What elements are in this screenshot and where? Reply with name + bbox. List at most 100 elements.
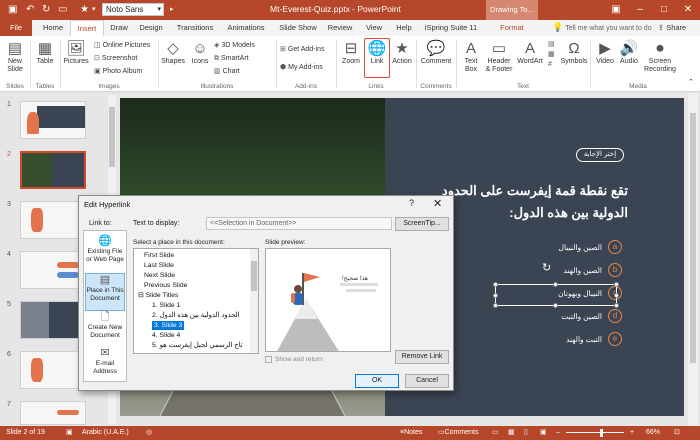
tree-item[interactable]: 2. الحدود الدولية بين هذه الدول [152,311,240,320]
tab-view[interactable]: View [360,20,388,36]
tab-format[interactable]: Format [488,20,536,36]
resize-handle[interactable] [614,303,619,308]
new-slide-button[interactable]: ▤ New Slide [4,40,26,74]
option-b[interactable]: b الصين والهند [563,263,622,277]
slide-thumbnail-6[interactable] [20,351,86,389]
resize-handle[interactable] [493,303,498,308]
action-button[interactable]: ★ Action [391,40,413,66]
get-addins-button[interactable]: ⊞ Get Add-ins [280,45,324,55]
slide-thumbnail-5[interactable] [20,301,86,339]
screentip-button[interactable]: ScreenTip... [395,217,449,231]
place-tree[interactable]: First Slide Last Slide Next Slide Previo… [133,248,259,354]
present-icon[interactable]: ▭ [58,3,67,17]
slide-sorter-icon[interactable]: ▦ [508,426,515,440]
tab-insert[interactable]: Insert [70,20,104,36]
zoom-level[interactable]: 66% [646,426,660,440]
slide-thumbnail-2[interactable] [20,151,86,189]
option-e[interactable]: e التبت والهند [566,332,622,346]
tab-home[interactable]: Home [38,20,68,36]
tree-item[interactable]: Last Slide [144,261,174,270]
existing-file-button[interactable]: 🌐 Existing File or Web Page [85,235,125,273]
tab-ispring[interactable]: iSpring Suite 11 [420,20,482,36]
place-in-document-button[interactable]: ▤ Place in This Document [85,273,125,311]
zoom-slider[interactable] [566,432,624,433]
tell-me-search[interactable]: 💡 Tell me what you want to do [552,22,652,33]
font-name-box[interactable]: Noto Sans ▾ [102,3,164,16]
textbox-small-icon[interactable]: ▤ [548,41,555,48]
tab-design[interactable]: Design [134,20,168,36]
tree-item[interactable]: ⊟ Slide Titles [138,291,178,300]
text-box-button[interactable]: A Text Box [460,40,482,74]
header-footer-button[interactable]: ▭ Header & Footer [484,40,514,74]
language-indicator[interactable]: Arabic (U.A.E.) [82,426,129,440]
ribbon-display-icon[interactable]: ▣ [604,0,628,20]
normal-view-icon[interactable]: ▭ [492,426,499,440]
tree-item[interactable]: 1. Slide 1 [152,301,180,310]
slide-thumbnail-4[interactable] [20,251,86,289]
zoom-button[interactable]: ⊟ Zoom [340,40,362,66]
slide-thumbnail-1[interactable] [20,101,86,139]
tree-item-selected[interactable]: 3. Slide 3 [152,321,185,330]
table-button[interactable]: ▦ Table [34,40,56,66]
video-button[interactable]: ▶ Video [594,40,616,66]
3d-models-button[interactable]: ◈ 3D Models [214,41,255,51]
scroll-thumb[interactable] [251,261,257,291]
cancel-button[interactable]: Cancel [405,374,449,388]
tab-animations[interactable]: Animations [222,20,270,36]
resize-handle[interactable] [493,282,498,287]
fit-slide-icon[interactable]: ⊡ [674,426,680,440]
zoom-slider-thumb[interactable] [600,429,603,437]
save-icon[interactable]: ▣ [8,3,17,17]
answer-pill[interactable]: إختر الإجابة [576,148,624,162]
share-button[interactable]: ⇪ Share [652,20,692,36]
slide-thumbnail-3[interactable] [20,201,86,239]
tree-scrollbar[interactable] [250,249,258,353]
notes-button[interactable]: ≡ Notes [400,426,422,440]
redo-icon[interactable]: ↻ [42,3,50,17]
star-icon[interactable]: ★ [80,3,89,17]
slide-scrollbar[interactable] [688,93,698,426]
comment-button[interactable]: 💬 Comment [418,40,454,66]
collapse-ribbon-icon[interactable]: ⌃ [688,78,694,88]
maximize-icon[interactable]: □ [652,0,676,20]
show-return-checkbox[interactable]: Show and return [265,356,323,363]
email-address-button[interactable]: ✉ E-mail Address [85,347,125,385]
smartart-button[interactable]: ⧉ SmartArt [214,54,249,64]
reading-view-icon[interactable]: ▯ [524,426,528,440]
resize-handle[interactable] [614,293,619,298]
text-to-display-input[interactable]: <<Selection in Document>> [206,217,392,230]
help-icon[interactable]: ? [409,198,414,208]
tab-draw[interactable]: Draw [106,20,132,36]
zoom-in-icon[interactable]: + [630,426,634,440]
close-icon[interactable]: ✕ [676,0,700,20]
online-pictures-button[interactable]: ◫ Online Pictures [94,41,150,51]
spellcheck-icon[interactable]: ▣ [66,426,73,440]
resize-handle[interactable] [493,293,498,298]
slideshow-icon[interactable]: ▣ [540,426,547,440]
option-d[interactable]: d الصين والتبت [561,309,622,323]
undo-icon[interactable]: ↶ [26,3,34,17]
symbols-button[interactable]: Ω Symbols [560,40,588,66]
close-icon[interactable]: ✕ [433,197,442,210]
slide-thumbnail-7[interactable] [20,401,86,425]
date-icon[interactable]: ▦ [548,51,555,58]
tab-transitions[interactable]: Transitions [172,20,218,36]
more-icon[interactable]: ▸ [170,3,174,17]
scroll-thumb[interactable] [109,107,115,167]
scroll-thumb[interactable] [690,113,696,363]
minimize-icon[interactable]: – [628,0,652,20]
accessibility-icon[interactable]: ◎ [146,426,152,440]
screenshot-button[interactable]: ⊡ Screenshot [94,54,137,64]
icons-button[interactable]: ☺ Icons [188,40,212,66]
create-new-document-button[interactable]: 🗋 Create New Document [85,311,125,349]
photo-album-button[interactable]: ▣ Photo Album [94,67,142,77]
audio-button[interactable]: 🔊 Audio [618,40,640,66]
screen-recording-button[interactable]: ⏺ Screen Recording [642,40,678,74]
comments-button[interactable]: ▭ Comments [438,426,478,440]
tree-item[interactable]: Previous Slide [144,281,187,290]
ok-button[interactable]: OK [355,374,399,388]
tree-item[interactable]: 5. تاج الرسمي لجبل إيفرست هو [152,341,243,350]
tab-slide-show[interactable]: Slide Show [276,20,320,36]
zoom-out-icon[interactable]: – [556,426,560,440]
rotate-handle-icon[interactable]: ↻ [542,261,551,274]
